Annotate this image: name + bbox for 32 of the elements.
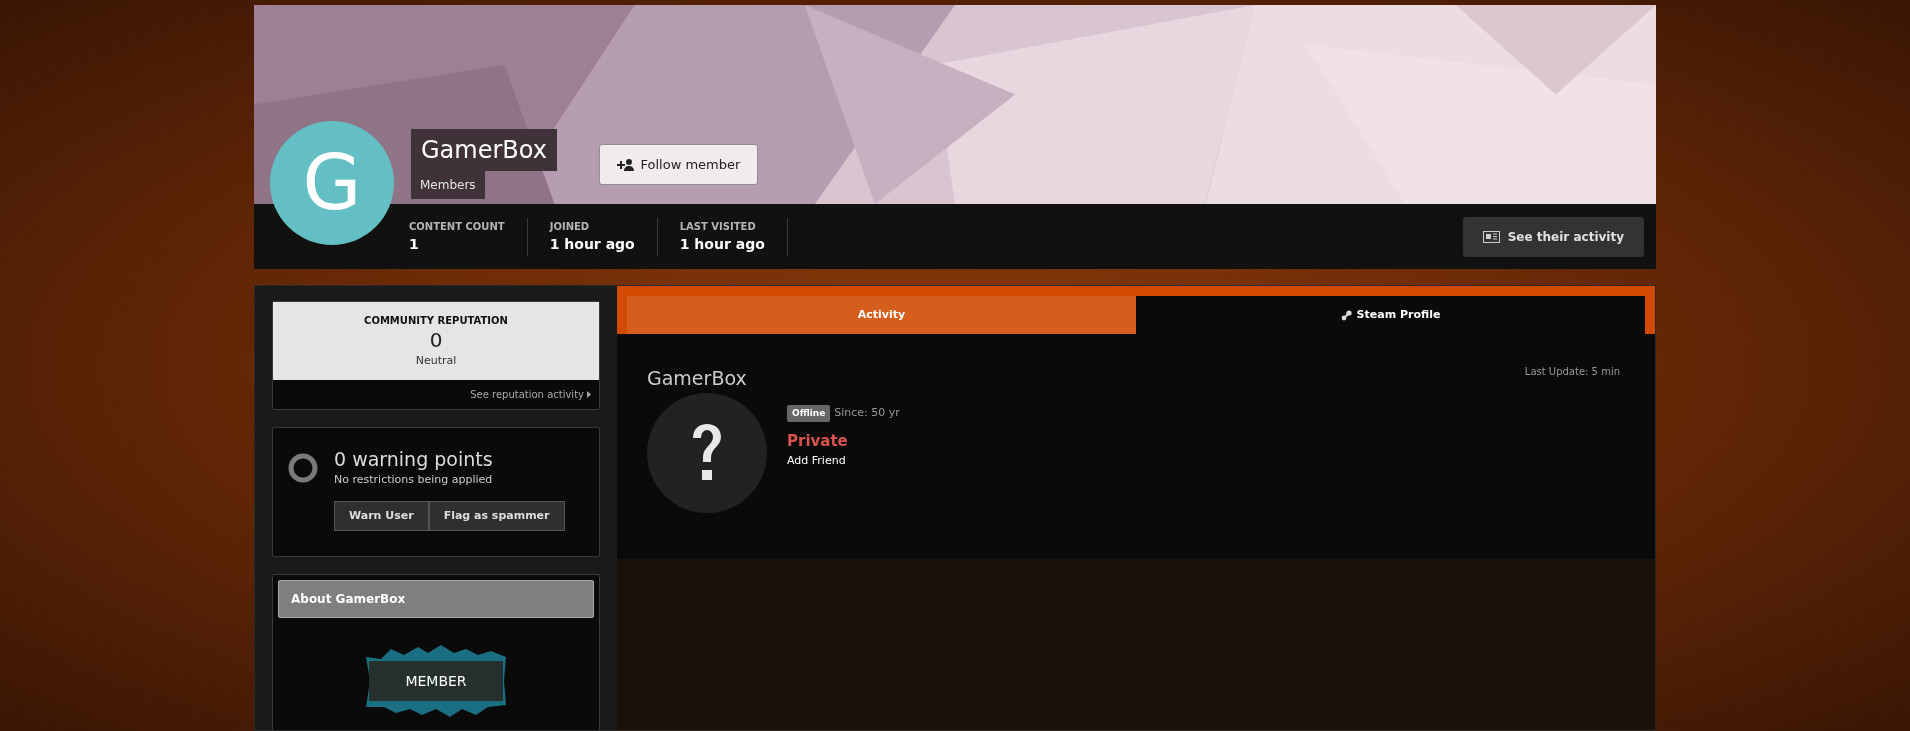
rank-badge: MEMBER [369,661,503,701]
newspaper-icon [1482,230,1500,243]
profile-tab[interactable]: Activity [627,296,1136,334]
reputation-value: 0 [429,327,443,353]
moderation-button[interactable]: Warn User [334,501,429,532]
reputation-activity-link[interactable]: See reputation activity [470,387,591,402]
stat-label: JOINED [549,219,591,234]
status-since: Since: 50 yr [834,405,900,421]
add-user-icon [616,158,635,171]
stat-value: 1 hour ago [679,234,765,254]
reputation-title: COMMUNITY REPUTATION [364,313,508,328]
profile-tab[interactable]: Steam Profile [1136,296,1645,334]
add-friend-link[interactable]: Add Friend [787,452,900,469]
reputation-label: Neutral [415,352,457,369]
see-activity-button[interactable]: See their activity [1462,216,1644,257]
member-group: Members [411,171,485,199]
last-update: Last Update: 5 min [1524,365,1621,379]
warning-ring-icon [287,452,319,484]
moderation-button[interactable]: Flag as spammer [428,501,565,532]
warning-points: 0 warning points [334,448,493,472]
stat-value: 1 [409,234,420,254]
about-header: About GamerBox [278,580,594,618]
status-badge: Offline [787,404,831,422]
steam-name: GamerBox [647,366,747,391]
stat-label: CONTENT COUNT [409,219,505,234]
warning-status: No restrictions being applied [334,471,493,488]
stat-label: LAST VISITED [679,219,757,234]
stat-value: 1 hour ago [549,234,635,254]
follow-member-button[interactable]: Follow member [598,144,758,185]
member-name: GamerBox [411,129,557,171]
privacy-status: Private [787,431,849,452]
caret-right-icon [587,391,591,398]
